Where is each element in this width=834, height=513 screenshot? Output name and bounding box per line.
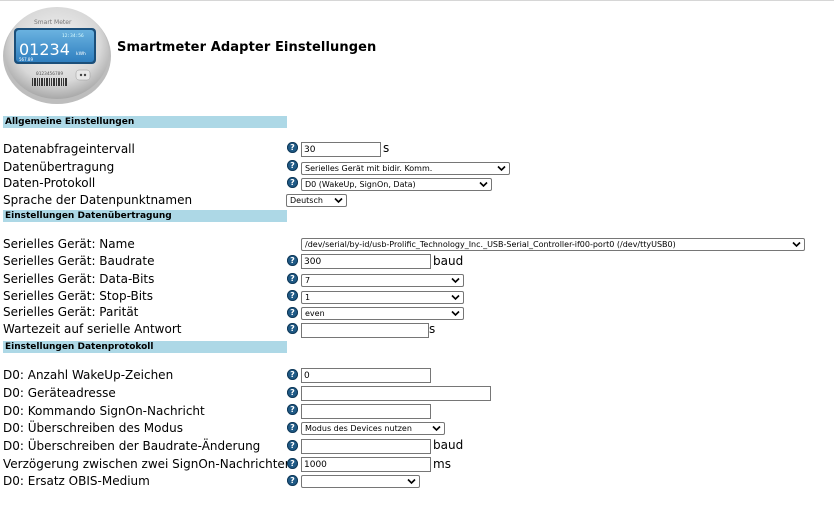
mode-select-value: Modus des Devices nutzen [305, 424, 412, 433]
help-icon[interactable]: ? [287, 440, 298, 451]
wait-input[interactable] [301, 323, 429, 338]
protocol-select[interactable]: D0 (WakeUp, SignOn, Data) [301, 178, 492, 191]
serial-name-label: Serielles Gerät: Name [3, 237, 135, 251]
help-icon[interactable]: ? [287, 387, 298, 398]
protocol-label: Daten-Protokoll [3, 176, 96, 190]
help-icon[interactable]: ? [287, 307, 298, 318]
delay-input[interactable] [301, 457, 431, 472]
serial-name-select-value: /dev/serial/by-id/usb-Prolific_Technolog… [305, 240, 676, 249]
language-label: Sprache der Datenpunktnamen [3, 193, 193, 207]
databits-label: Serielles Gerät: Data-Bits [3, 272, 155, 286]
help-icon[interactable]: ? [287, 142, 298, 153]
protocol-select-value: D0 (WakeUp, SignOn, Data) [305, 180, 416, 189]
page-title: Smartmeter Adapter Einstellungen [117, 40, 377, 55]
section-header-protocol: Einstellungen Datenprotokoll [3, 341, 287, 353]
chevron-down-icon [792, 241, 801, 248]
section-header-general: Allgemeine Einstellungen [3, 116, 287, 128]
baudchange-input[interactable] [301, 439, 431, 454]
signon-label: D0: Kommando SignOn-Nachricht [3, 404, 205, 418]
signon-input[interactable] [301, 404, 431, 419]
baudchange-unit: baud [433, 438, 464, 452]
wakeup-label: D0: Anzahl WakeUp-Zeichen [3, 368, 174, 382]
stopbits-label: Serielles Gerät: Stop-Bits [3, 289, 154, 303]
logo-serial-text: 0123456789 [36, 71, 63, 77]
logo-brand-text: Smart Meter [34, 19, 72, 26]
chevron-down-icon [479, 181, 488, 188]
help-icon[interactable]: ? [287, 404, 298, 415]
interval-unit: s [383, 141, 390, 155]
address-input[interactable] [301, 386, 491, 401]
help-icon[interactable]: ? [287, 255, 298, 266]
wait-unit: s [429, 322, 436, 336]
help-icon[interactable]: ? [287, 475, 298, 486]
transfer-select[interactable]: Serielles Gerät mit bidir. Komm. [301, 162, 510, 175]
smart-meter-logo: Smart Meter 12:34:56 01234 kWh 567.89 01… [3, 7, 111, 104]
wakeup-input[interactable] [301, 368, 431, 383]
section-header-transfer: Einstellungen Datenübertragung [3, 210, 287, 222]
wait-label: Wartezeit auf serielle Antwort [3, 322, 182, 336]
help-icon[interactable]: ? [287, 458, 298, 469]
databits-select-value: 7 [305, 276, 311, 285]
serial-name-select[interactable]: /dev/serial/by-id/usb-Prolific_Technolog… [301, 238, 805, 251]
chevron-down-icon [432, 425, 441, 432]
mode-label: D0: Überschreiben des Modus [3, 421, 183, 435]
interval-input[interactable] [301, 142, 381, 157]
help-icon[interactable]: ? [287, 290, 298, 301]
help-icon[interactable]: ? [287, 160, 298, 171]
chevron-down-icon [451, 294, 460, 301]
stopbits-select[interactable]: 1 [301, 291, 464, 304]
help-icon[interactable]: ? [287, 369, 298, 380]
databits-select[interactable]: 7 [301, 274, 464, 287]
language-select[interactable]: Deutsch [286, 194, 347, 207]
mode-select[interactable]: Modus des Devices nutzen [301, 422, 445, 435]
obis-select[interactable] [301, 475, 420, 488]
baudrate-input[interactable] [301, 254, 431, 269]
logo-sub-text: 567.89 [19, 57, 33, 62]
chevron-down-icon [407, 478, 416, 485]
parity-select-value: even [305, 309, 325, 318]
baudrate-unit: baud [433, 254, 464, 268]
parity-select[interactable]: even [301, 307, 464, 320]
parity-label: Serielles Gerät: Parität [3, 305, 139, 319]
chevron-down-icon [451, 310, 460, 317]
help-icon[interactable]: ? [287, 273, 298, 284]
logo-time-text: 12:34:56 [62, 33, 84, 39]
help-icon[interactable]: ? [287, 323, 298, 334]
transfer-select-value: Serielles Gerät mit bidir. Komm. [305, 164, 433, 173]
delay-label: Verzögerung zwischen zwei SignOn-Nachric… [3, 457, 293, 471]
chevron-down-icon [451, 277, 460, 284]
interval-label: Datenabfrageintervall [3, 142, 135, 156]
address-label: D0: Geräteadresse [3, 386, 116, 400]
baudrate-label: Serielles Gerät: Baudrate [3, 254, 155, 268]
transfer-label: Datenübertragung [3, 160, 115, 174]
logo-unit-text: kWh [76, 51, 86, 57]
chevron-down-icon [497, 165, 506, 172]
delay-unit: ms [433, 457, 451, 471]
obis-label: D0: Ersatz OBIS-Medium [3, 474, 150, 488]
baudchange-label: D0: Überschreiben der Baudrate-Änderung [3, 439, 261, 453]
stopbits-select-value: 1 [305, 293, 311, 302]
language-select-value: Deutsch [290, 196, 323, 205]
top-border [0, 0, 834, 1]
help-icon[interactable]: ? [287, 177, 298, 188]
help-icon[interactable]: ? [287, 422, 298, 433]
chevron-down-icon [334, 197, 343, 204]
